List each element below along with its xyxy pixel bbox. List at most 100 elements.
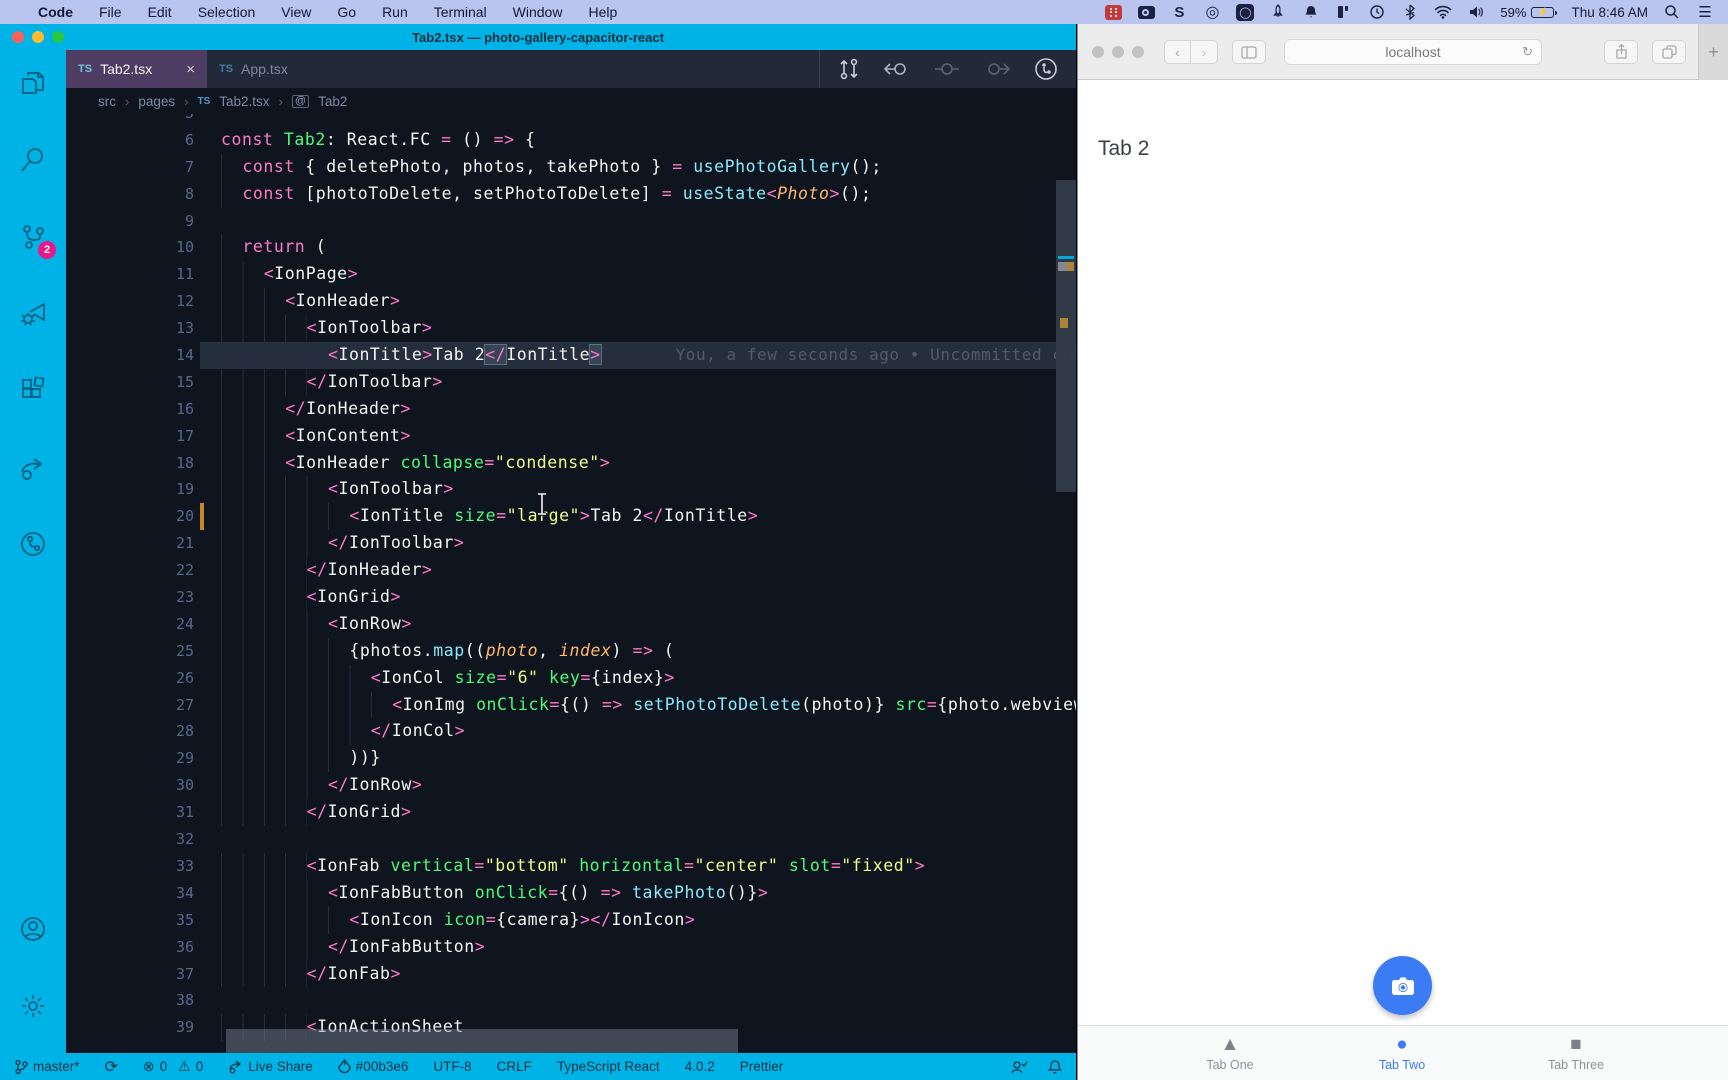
rocket-icon[interactable] [1269, 3, 1287, 21]
minimize-window-button[interactable] [1112, 46, 1124, 58]
code-line[interactable]: 18 <IonHeader collapse="condense"> [66, 449, 1076, 477]
target-icon[interactable]: ◎ [1203, 3, 1221, 21]
navigate-forward-icon[interactable] [984, 59, 1010, 79]
code-line[interactable]: 34 <IonFabButton onClick={() => takePhoto… [66, 879, 1076, 907]
code-line[interactable]: 32 [66, 826, 1076, 853]
menu-clock[interactable]: Thu 8:46 AM [1571, 5, 1648, 20]
control-center-icon[interactable]: ☰ [1696, 3, 1714, 21]
code-line[interactable]: 36 </IonFabButton> [66, 933, 1076, 961]
menu-item-code[interactable]: Code [38, 4, 73, 20]
breadcrumb-file[interactable]: Tab2.tsx [219, 94, 269, 109]
live-share-icon[interactable] [16, 450, 50, 484]
code-line[interactable]: 14 <IonTitle>Tab 2</IonTitle> You, a few s… [66, 342, 1076, 369]
code-line[interactable]: 20 <IonTitle size="large">Tab 2</IonTitle… [66, 503, 1076, 531]
settings-gear-icon[interactable] [16, 989, 50, 1023]
code-editor[interactable]: 56const Tab2: React.FC = () => {7const {… [66, 114, 1076, 1053]
code-line[interactable]: 30 </IonRow> [66, 772, 1076, 800]
code-line[interactable]: 16 </IonHeader> [66, 395, 1076, 423]
code-line[interactable]: 29))} [66, 745, 1076, 773]
breadcrumb-symbol[interactable]: Tab2 [318, 94, 347, 109]
volume-icon[interactable] [1467, 3, 1485, 21]
back-button[interactable]: ‹ [1164, 40, 1191, 64]
code-line[interactable]: 10 return ( [66, 234, 1076, 262]
spotlight-search-icon[interactable] [1663, 3, 1681, 21]
code-line[interactable]: 7 const { deletePhoto, photos, takePhoto … [66, 153, 1076, 181]
code-line[interactable]: 13 <IonToolbar> [66, 315, 1076, 343]
search-icon[interactable] [16, 142, 50, 176]
timeline-run-icon[interactable] [1034, 57, 1058, 81]
menu-item-terminal[interactable]: Terminal [434, 4, 487, 20]
vertical-scrollbar[interactable] [1056, 180, 1076, 492]
notifications-bell-icon[interactable] [1048, 1059, 1062, 1075]
sidebar-button[interactable] [1232, 40, 1266, 64]
eol-indicator[interactable]: CRLF [497, 1059, 532, 1074]
code-line[interactable]: 25 {photos.map((photo, index) => ( [66, 637, 1076, 665]
problems-indicator[interactable]: ⊗ 0 ⚠ 0 [143, 1058, 203, 1075]
address-bar[interactable]: localhost ↻ [1284, 39, 1542, 65]
code-line[interactable]: 27 <IonImg onClick={() => setPhotoToDelet… [66, 691, 1076, 719]
clock-icon[interactable] [1368, 3, 1386, 21]
accounts-icon[interactable] [16, 912, 50, 946]
menu-item-go[interactable]: Go [337, 4, 356, 20]
code-line[interactable]: 35 <IonIcon icon={camera}></IonIcon> [66, 906, 1076, 934]
extensions-icon[interactable] [16, 373, 50, 407]
forward-button[interactable]: › [1191, 40, 1218, 64]
tab-overview-button[interactable] [1652, 40, 1686, 64]
compare-changes-icon[interactable] [838, 57, 860, 81]
vscode-title-bar[interactable]: Tab2.tsx — photo-gallery-capacitor-react [0, 24, 1076, 50]
menu-item-file[interactable]: File [99, 4, 122, 20]
code-line[interactable]: 28 </IonCol> [66, 718, 1076, 746]
code-line[interactable]: 9 [66, 208, 1076, 235]
encoding-indicator[interactable]: UTF-8 [433, 1059, 471, 1074]
breadcrumb-src[interactable]: src [98, 94, 116, 109]
share-button[interactable] [1604, 40, 1638, 64]
explorer-icon[interactable] [16, 66, 50, 100]
code-line[interactable]: 22 </IonHeader> [66, 557, 1076, 585]
reload-icon[interactable]: ↻ [1522, 44, 1533, 60]
code-line[interactable]: 38 [66, 987, 1076, 1014]
camera-fab-button[interactable] [1373, 956, 1432, 1015]
wifi-icon[interactable] [1434, 3, 1452, 21]
code-line[interactable]: 37 </IonFab> [66, 960, 1076, 988]
code-line[interactable]: 6 const Tab2: React.FC = () => { [66, 127, 1076, 154]
tab-one-button[interactable]: ▲ Tab One [1175, 1034, 1285, 1072]
notifications-bell-icon[interactable] [1302, 3, 1320, 21]
navigate-back-icon[interactable] [884, 59, 910, 79]
code-line[interactable]: 15 </IonToolbar> [66, 368, 1076, 396]
code-line[interactable]: 26 <IonCol size="6" key={index}> [66, 664, 1076, 692]
code-line[interactable]: 5 [66, 114, 1076, 127]
close-tab-icon[interactable]: × [186, 61, 195, 78]
git-branch-indicator[interactable]: master* [14, 1059, 80, 1075]
screen-recording-icon[interactable] [1104, 3, 1122, 21]
window-split-icon[interactable] [1335, 3, 1353, 21]
horizontal-scrollbar[interactable] [226, 1029, 738, 1053]
code-line[interactable]: 23 <IonGrid> [66, 584, 1076, 611]
code-line[interactable]: 11 <IonPage> [66, 261, 1076, 289]
tab-tab2-tsx[interactable]: TS Tab2.tsx × [66, 50, 207, 88]
run-debug-icon[interactable] [16, 296, 50, 330]
zoom-window-button[interactable] [1132, 46, 1144, 58]
typescript-version[interactable]: 4.0.2 [685, 1059, 715, 1074]
menu-item-selection[interactable]: Selection [198, 4, 256, 20]
stocks-icon[interactable]: S [1170, 3, 1188, 21]
close-window-button[interactable] [1092, 46, 1104, 58]
code-line[interactable]: 17 <IonContent> [66, 422, 1076, 450]
code-line[interactable]: 12 <IonHeader> [66, 288, 1076, 316]
tab-app-tsx[interactable]: TS App.tsx [207, 50, 392, 88]
breadcrumb-pages[interactable]: pages [138, 94, 175, 109]
live-share-button[interactable]: Live Share [228, 1059, 313, 1074]
tab-three-button[interactable]: ■ Tab Three [1521, 1034, 1631, 1072]
tab-two-button[interactable]: ● Tab Two [1347, 1034, 1457, 1072]
source-control-icon[interactable]: 2 [16, 220, 56, 259]
code-line[interactable]: 19 <IonToolbar> [66, 476, 1076, 504]
code-line[interactable]: 33 <IonFab vertical="bottom" horizontal="… [66, 852, 1076, 880]
timeline-icon[interactable] [16, 527, 50, 561]
menu-item-view[interactable]: View [281, 4, 311, 20]
new-tab-button[interactable]: + [1698, 24, 1728, 80]
bluetooth-icon[interactable] [1401, 3, 1419, 21]
feedback-icon[interactable] [1010, 1059, 1028, 1075]
menu-item-window[interactable]: Window [513, 4, 563, 20]
peacock-color-indicator[interactable]: #00b3e6 [338, 1059, 408, 1074]
camera-status-icon[interactable] [1137, 3, 1155, 21]
code-line[interactable]: 8 const [photoToDelete, setPhotoToDelete]… [66, 180, 1076, 208]
